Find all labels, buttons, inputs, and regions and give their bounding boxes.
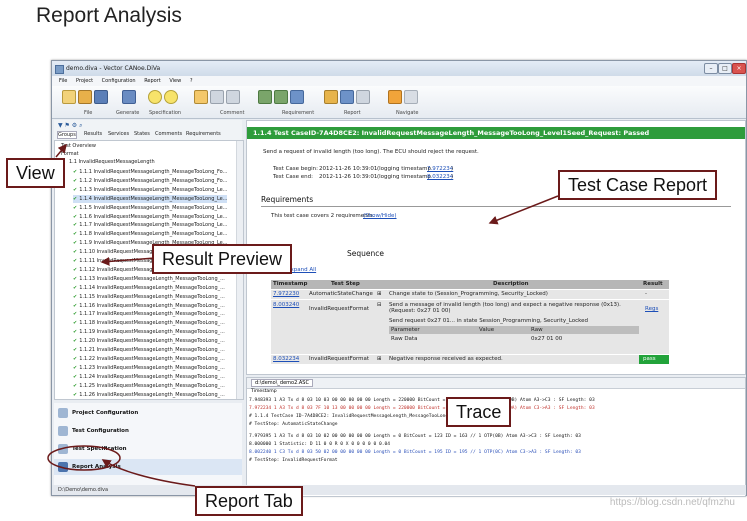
callout-arrows (47, 143, 559, 487)
callout-report-tab: Report Tab (195, 486, 303, 516)
callout-view: View (6, 158, 65, 188)
watermark: https://blog.csdn.net/qfmzhu (609, 497, 735, 508)
callout-result-preview: Result Preview (152, 244, 293, 274)
callout-test-case-report: Test Case Report (558, 170, 718, 200)
callout-trace: Trace (446, 397, 512, 427)
